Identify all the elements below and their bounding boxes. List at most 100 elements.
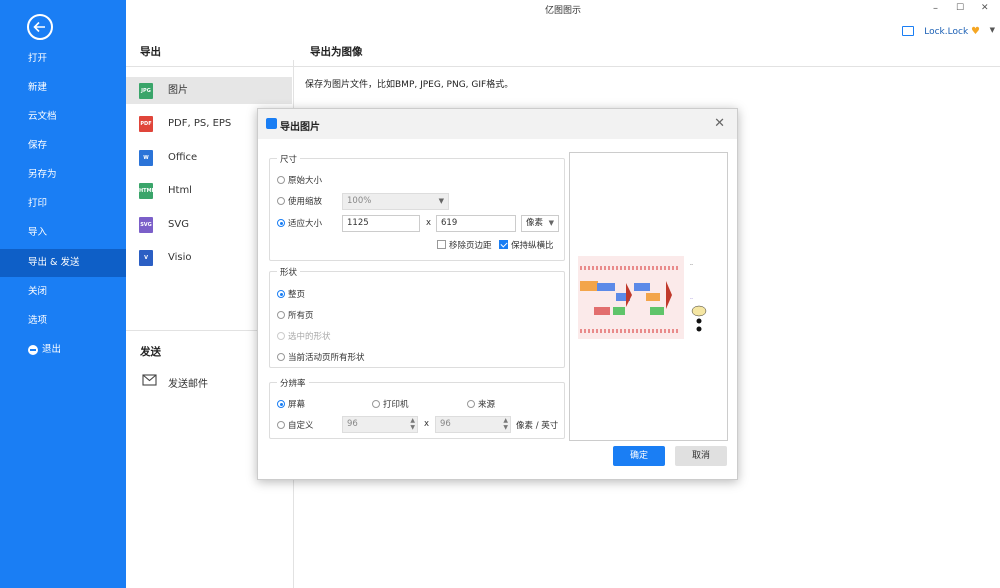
nav-item-close[interactable]: 关闭 <box>0 278 126 306</box>
use-scale-label: 使用缩放 <box>288 197 323 207</box>
radio-screen[interactable] <box>277 400 285 408</box>
export-type-label: PDF, PS, EPS <box>168 118 232 129</box>
radio-use-scale[interactable] <box>277 197 285 205</box>
nav-item-print[interactable]: 打印 <box>0 190 126 218</box>
export-header: 导出 <box>140 46 161 58</box>
fit-size-label: 适应大小 <box>288 219 323 229</box>
nav-item-open[interactable]: 打开 <box>0 45 126 73</box>
dpi-y-input[interactable]: 96 ▲ ▼ <box>435 416 511 433</box>
html-file-icon: HTML <box>139 183 155 199</box>
radio-printer[interactable] <box>372 400 380 408</box>
export-type-label: SVG <box>168 219 189 230</box>
send-mail-icon <box>142 374 157 386</box>
dialog-title: 导出图片 <box>280 122 320 133</box>
radio-current-page-shapes[interactable] <box>277 353 285 361</box>
nav-item-exit-label: 退出 <box>42 344 62 355</box>
height-input[interactable]: 619 <box>436 215 516 232</box>
dpi-x-input[interactable]: 96 ▲ ▼ <box>342 416 418 433</box>
radio-selected-shapes[interactable] <box>277 332 285 340</box>
detail-description: 保存为图片文件，比如BMP, JPEG, PNG, GIF格式。 <box>305 80 514 90</box>
radio-whole-page[interactable] <box>277 290 285 298</box>
send-header: 发送 <box>140 346 161 358</box>
width-value: 1125 <box>347 218 369 228</box>
custom-label: 自定义 <box>288 421 314 431</box>
backstage-nav: 打开 新建 云文档 保存 另存为 打印 导入 导出 & 发送 关闭 选项 退出 <box>0 0 126 588</box>
size-x-label: x <box>426 218 432 228</box>
user-menu[interactable]: Lock.Lock ♥ <box>902 25 980 39</box>
shape-group-label: 形状 <box>277 266 301 278</box>
radio-source[interactable] <box>467 400 475 408</box>
nav-item-options[interactable]: 选项 <box>0 307 126 335</box>
word-file-icon: W <box>139 150 153 166</box>
dpi-unit-label: 像素 / 英寸 <box>516 421 559 431</box>
dialog-header: 导出图片 ✕ <box>258 109 737 139</box>
width-input[interactable]: 1125 <box>342 215 420 232</box>
image-preview: -- -- <box>569 152 728 441</box>
dpi-y-value: 96 <box>440 419 451 429</box>
resolution-group-label: 分辨率 <box>277 377 309 389</box>
size-group: 尺寸 原始大小 使用缩放 100% ▼ 适应大小 1125 x 619 像素 ▼… <box>269 153 565 261</box>
whole-page-label: 整页 <box>288 290 306 300</box>
original-size-label: 原始大小 <box>288 176 323 186</box>
title-bar: 亿图图示 <box>126 0 1000 24</box>
export-type-label: Office <box>168 152 198 163</box>
radio-all-pages[interactable] <box>277 311 285 319</box>
nav-item-cloud[interactable]: 云文档 <box>0 103 126 131</box>
export-image-dialog: 导出图片 ✕ 尺寸 原始大小 使用缩放 100% ▼ 适应大小 1125 x 6… <box>257 108 738 480</box>
minimize-button[interactable]: – <box>933 3 938 14</box>
dpi-x-sep: x <box>424 419 430 429</box>
back-button[interactable] <box>27 14 53 40</box>
nav-item-new[interactable]: 新建 <box>0 74 126 102</box>
keep-ratio-checkbox[interactable] <box>499 240 508 249</box>
app-window: { "window": {"title": "亿图图示", "min": "–"… <box>0 0 1000 588</box>
dpi-x-value: 96 <box>347 419 358 429</box>
maximize-button[interactable]: ☐ <box>956 3 964 13</box>
keep-ratio-label: 保持纵横比 <box>511 241 554 251</box>
remove-margin-checkbox[interactable] <box>437 240 446 249</box>
unit-value: 像素 <box>526 218 544 228</box>
size-group-label: 尺寸 <box>277 153 301 165</box>
selected-shapes-label: 选中的形状 <box>288 332 331 342</box>
svg-file-icon: SVG <box>139 217 153 233</box>
source-label: 来源 <box>478 400 496 410</box>
nav-item-save[interactable]: 保存 <box>0 132 126 160</box>
all-pages-label: 所有页 <box>288 311 314 321</box>
radio-custom[interactable] <box>277 421 285 429</box>
close-window-button[interactable]: ✕ <box>981 3 989 13</box>
pdf-file-icon: PDF <box>139 116 153 132</box>
visio-file-icon: V <box>139 250 153 266</box>
radio-original-size[interactable] <box>277 176 285 184</box>
nav-item-exit[interactable]: 退出 <box>0 336 126 364</box>
chevron-down-icon[interactable]: ▼ <box>990 26 995 34</box>
resolution-group: 分辨率 屏幕 打印机 来源 自定义 96 ▲ ▼ x 96 ▲ ▼ 像素 / 英寸 <box>269 377 565 439</box>
user-name: Lock.Lock <box>924 27 969 37</box>
scale-select[interactable]: 100% ▼ <box>342 193 449 210</box>
export-type-image[interactable]: JPG 图片 <box>126 77 292 104</box>
cancel-button[interactable]: 取消 <box>675 446 727 466</box>
scale-value: 100% <box>347 196 372 206</box>
nav-item-export-send[interactable]: 导出 & 发送 <box>0 249 126 277</box>
radio-fit-size[interactable] <box>277 219 285 227</box>
app-logo-icon <box>266 118 277 129</box>
nav-item-import[interactable]: 导入 <box>0 219 126 247</box>
diagram-thumbnail: -- -- <box>578 256 720 339</box>
export-type-label: 图片 <box>168 85 188 96</box>
document-icon <box>902 26 915 36</box>
close-icon[interactable]: ✕ <box>714 116 725 131</box>
nav-item-save-as[interactable]: 另存为 <box>0 161 126 189</box>
jpg-file-icon: JPG <box>139 83 153 99</box>
printer-label: 打印机 <box>383 400 409 410</box>
exit-icon <box>28 345 38 355</box>
detail-title: 导出为图像 <box>310 46 363 58</box>
spinner-icon: ▲ ▼ <box>410 417 415 431</box>
export-type-label: Html <box>168 185 192 196</box>
diamond-icon: ♥ <box>971 26 980 37</box>
send-email-label: 发送邮件 <box>168 379 208 390</box>
window-title: 亿图图示 <box>544 6 581 16</box>
ok-button[interactable]: 确定 <box>613 446 665 466</box>
current-page-shapes-label: 当前活动页所有形状 <box>288 353 365 363</box>
spinner-icon: ▲ ▼ <box>503 417 508 431</box>
shape-group: 形状 整页 所有页 选中的形状 当前活动页所有形状 <box>269 266 565 368</box>
chevron-down-icon: ▼ <box>548 219 554 227</box>
unit-select[interactable]: 像素 ▼ <box>521 215 559 232</box>
